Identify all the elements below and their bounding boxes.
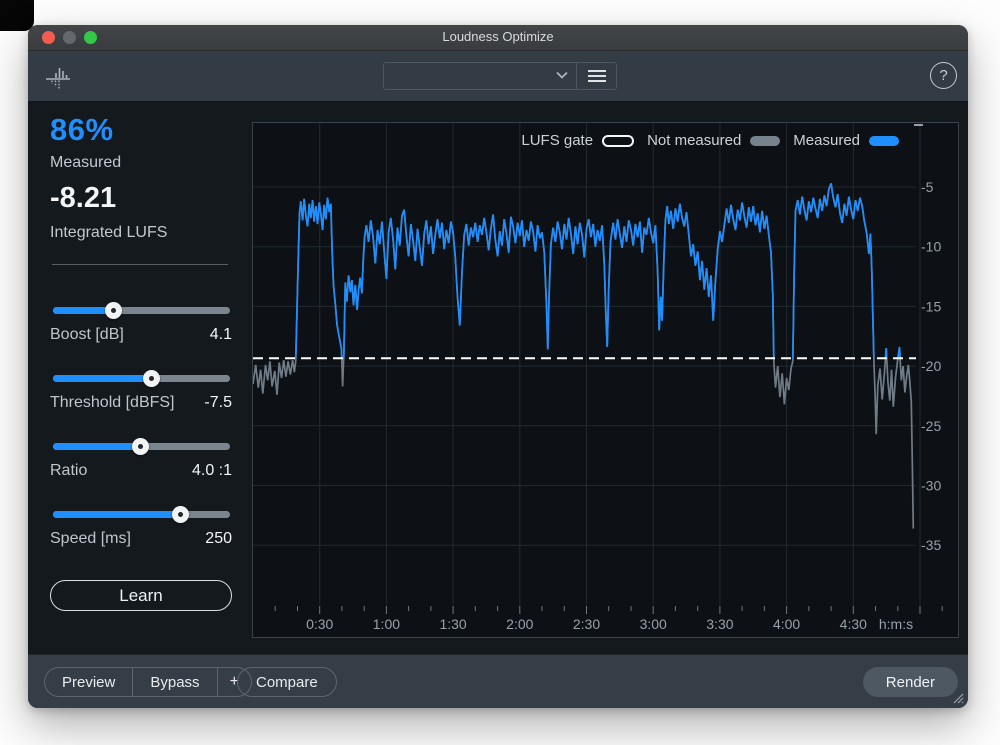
bottom-bar: Preview Bypass + Compare Render bbox=[28, 654, 968, 708]
measured-percent-label: Measured bbox=[50, 154, 121, 172]
threshold-slider-group: Threshold [dBFS] -7.5 bbox=[50, 366, 232, 424]
not-measured-swatch bbox=[750, 136, 780, 146]
speed-slider[interactable] bbox=[53, 511, 230, 518]
legend-measured: Measured bbox=[793, 132, 899, 149]
preview-bypass-group: Preview Bypass + bbox=[44, 667, 252, 697]
svg-text:4:00: 4:00 bbox=[773, 616, 800, 632]
main-content: 86% Measured -8.21 Integrated LUFS Boost… bbox=[28, 102, 968, 654]
threshold-label: Threshold [dBFS] bbox=[50, 394, 175, 412]
ratio-slider[interactable] bbox=[53, 443, 230, 450]
resize-grip[interactable] bbox=[949, 689, 965, 705]
ratio-slider-thumb[interactable] bbox=[132, 438, 149, 455]
render-button[interactable]: Render bbox=[863, 667, 958, 697]
threshold-value: -7.5 bbox=[204, 394, 232, 412]
measured-percent: 86% bbox=[50, 112, 114, 148]
measured-swatch bbox=[869, 136, 899, 146]
window-title: Loudness Optimize bbox=[28, 29, 968, 44]
svg-text:1:30: 1:30 bbox=[439, 616, 466, 632]
speed-value: 250 bbox=[205, 530, 232, 548]
svg-text:-20: -20 bbox=[921, 358, 941, 374]
hamburger-icon bbox=[587, 69, 607, 83]
svg-text:2:00: 2:00 bbox=[506, 616, 533, 632]
threshold-slider-fill bbox=[53, 375, 152, 382]
svg-text:3:30: 3:30 bbox=[706, 616, 733, 632]
chart-legend: LUFS gate Not measured Measured bbox=[521, 132, 899, 149]
svg-text:h:m:s: h:m:s bbox=[879, 616, 913, 632]
learn-button[interactable]: Learn bbox=[50, 580, 232, 611]
lufs-gate-swatch bbox=[602, 135, 634, 147]
svg-text:-10: -10 bbox=[921, 239, 941, 255]
svg-text:2:30: 2:30 bbox=[573, 616, 600, 632]
svg-text:-15: -15 bbox=[921, 298, 941, 314]
ratio-label: Ratio bbox=[50, 462, 87, 480]
speed-slider-fill bbox=[53, 511, 181, 518]
loudness-chart: LUFS gate Not measured Measured -5 -10 -15… bbox=[252, 122, 959, 638]
legend-lufs-gate: LUFS gate bbox=[521, 132, 634, 149]
preview-button[interactable]: Preview bbox=[45, 668, 132, 696]
legend-not-measured: Not measured bbox=[647, 132, 780, 149]
speed-slider-group: Speed [ms] 250 bbox=[50, 502, 232, 560]
boost-slider-group: Boost [dB] 4.1 bbox=[50, 298, 232, 356]
help-button[interactable]: ? bbox=[930, 62, 957, 89]
loudness-optimize-window: Loudness Optimize bbox=[28, 25, 968, 708]
help-icon: ? bbox=[939, 67, 947, 84]
preset-menu-button[interactable] bbox=[577, 63, 616, 89]
threshold-slider[interactable] bbox=[53, 375, 230, 382]
integrated-lufs-value: -8.21 bbox=[50, 182, 116, 215]
loudness-plot[interactable]: -5 -10 -15 -20 -25 -30 -35 0:30 1:00 1:30 2:00 2:30… bbox=[253, 123, 958, 637]
svg-text:-35: -35 bbox=[921, 537, 941, 553]
ratio-slider-fill bbox=[53, 443, 141, 450]
ratio-value: 4.0 :1 bbox=[192, 462, 232, 480]
boost-slider-thumb[interactable] bbox=[105, 302, 122, 319]
bypass-button[interactable]: Bypass bbox=[132, 668, 216, 696]
svg-text:4:30: 4:30 bbox=[840, 616, 867, 632]
svg-text:-25: -25 bbox=[921, 418, 941, 434]
threshold-slider-thumb[interactable] bbox=[143, 370, 160, 387]
title-bar[interactable]: Loudness Optimize bbox=[28, 25, 968, 51]
svg-text:0:30: 0:30 bbox=[306, 616, 333, 632]
boost-slider[interactable] bbox=[53, 307, 230, 314]
preset-controls bbox=[383, 62, 617, 90]
boost-value: 4.1 bbox=[210, 326, 232, 344]
ratio-slider-group: Ratio 4.0 :1 bbox=[50, 434, 232, 492]
svg-text:-30: -30 bbox=[921, 478, 941, 494]
compare-button[interactable]: Compare bbox=[237, 667, 337, 697]
toolbar: ? bbox=[28, 51, 968, 102]
chevron-down-icon bbox=[556, 71, 568, 79]
panel-divider bbox=[52, 264, 228, 265]
preset-dropdown[interactable] bbox=[384, 63, 577, 89]
integrated-lufs-label: Integrated LUFS bbox=[50, 224, 167, 242]
speed-slider-thumb[interactable] bbox=[172, 506, 189, 523]
svg-text:-5: -5 bbox=[921, 179, 934, 195]
svg-text:3:00: 3:00 bbox=[640, 616, 667, 632]
speed-label: Speed [ms] bbox=[50, 530, 131, 548]
svg-text:1:00: 1:00 bbox=[373, 616, 400, 632]
izotope-logo-icon bbox=[43, 61, 75, 93]
boost-label: Boost [dB] bbox=[50, 326, 124, 344]
